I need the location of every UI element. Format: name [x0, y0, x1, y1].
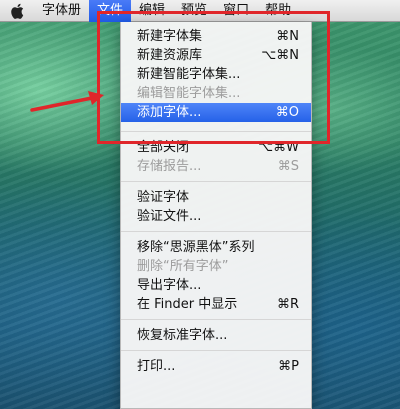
menu-font-book[interactable]: 字体册 — [34, 0, 89, 22]
menu-separator — [121, 319, 311, 320]
menu-item-print[interactable]: 打印... ⌘P — [121, 357, 311, 376]
menu-item-label: 存储报告... — [137, 159, 202, 174]
menu-item-remove-family[interactable]: 移除“思源黑体”系列 — [121, 238, 311, 257]
menu-item-export-fonts[interactable]: 导出字体... — [121, 276, 311, 295]
apple-logo-icon[interactable] — [0, 0, 34, 22]
menu-separator — [121, 181, 311, 182]
menu-item-label: 删除“所有字体” — [137, 259, 229, 274]
menu-item-label: 打印... — [137, 359, 176, 374]
menu-item-restore-standard-fonts[interactable]: 恢复标准字体... — [121, 326, 311, 345]
menu-item-delete-all-fonts: 删除“所有字体” — [121, 257, 311, 276]
annotation-highlight-box — [97, 11, 330, 144]
menu-item-label: 在 Finder 中显示 — [137, 297, 238, 312]
annotation-arrow-icon — [30, 91, 104, 112]
menu-item-shortcut: ⌘S — [277, 159, 299, 174]
menu-item-label: 验证字体 — [137, 190, 190, 205]
menu-item-shortcut: ⌘P — [278, 359, 299, 374]
menu-item-label: 移除“思源黑体”系列 — [137, 240, 255, 255]
menu-item-label: 导出字体... — [137, 278, 202, 293]
menu-item-label: 验证文件... — [137, 209, 202, 224]
menu-item-validate-file[interactable]: 验证文件... — [121, 207, 311, 226]
menu-item-show-in-finder[interactable]: 在 Finder 中显示 ⌘R — [121, 295, 311, 314]
menu-separator — [121, 350, 311, 351]
menu-item-validate-font[interactable]: 验证字体 — [121, 188, 311, 207]
menu-item-save-report: 存储报告... ⌘S — [121, 157, 311, 176]
menu-separator — [121, 231, 311, 232]
menu-item-shortcut: ⌘R — [276, 297, 299, 312]
menu-item-label: 恢复标准字体... — [137, 328, 228, 343]
